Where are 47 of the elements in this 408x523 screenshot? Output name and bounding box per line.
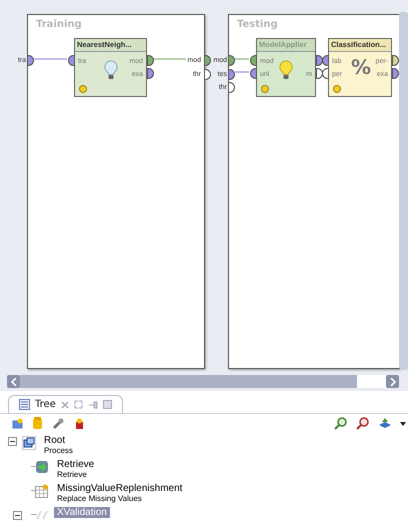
- tree-node[interactable]: Root Process: [41, 435, 76, 456]
- light-bulb-icon: [104, 60, 118, 80]
- scroll-left-button[interactable]: [7, 375, 20, 388]
- connection-line: [234, 58, 250, 60]
- light-bulb-icon: [279, 60, 293, 80]
- port[interactable]: [68, 55, 75, 66]
- port[interactable]: [316, 68, 323, 79]
- zoom-out-icon[interactable]: [356, 417, 369, 430]
- chevron-left-icon: [10, 378, 16, 386]
- expand-toggle[interactable]: [8, 437, 17, 446]
- expand-toggle[interactable]: [13, 511, 22, 520]
- port[interactable]: [322, 55, 329, 66]
- horizontal-scrollbar[interactable]: [7, 375, 399, 388]
- port[interactable]: [250, 55, 257, 66]
- database-icon: [35, 460, 49, 474]
- process-icon: [22, 436, 36, 450]
- port[interactable]: [147, 68, 154, 79]
- port[interactable]: [322, 68, 329, 79]
- port[interactable]: [392, 68, 399, 79]
- dropdown-caret-icon[interactable]: [400, 422, 406, 426]
- vertical-scrollbar[interactable]: [399, 12, 408, 370]
- panel-title: Training: [36, 19, 82, 30]
- port[interactable]: [392, 55, 399, 66]
- tree-node[interactable]: Retrieve Retrieve: [54, 459, 98, 480]
- chevron-right-icon: [390, 378, 396, 386]
- scroll-right-button[interactable]: [386, 375, 399, 388]
- status-dot-icon: [261, 85, 269, 93]
- wrench-icon[interactable]: [52, 418, 64, 430]
- port[interactable]: [147, 55, 154, 66]
- zoom-in-icon[interactable]: [334, 417, 347, 430]
- port[interactable]: [228, 55, 235, 66]
- port[interactable]: [204, 68, 211, 80]
- port[interactable]: [250, 68, 257, 79]
- port[interactable]: [27, 55, 34, 66]
- port[interactable]: [316, 55, 323, 66]
- percent-symbol: %: [351, 55, 372, 79]
- status-dot-icon: [333, 85, 341, 93]
- connection-line: [152, 58, 186, 60]
- port[interactable]: [204, 55, 211, 66]
- panel-title: Testing: [237, 19, 278, 30]
- port[interactable]: [228, 68, 235, 80]
- table-icon: [35, 484, 49, 498]
- tree-icon: [19, 399, 30, 410]
- tree-node[interactable]: MissingValueReplenishment Replace Missing Values: [54, 483, 186, 504]
- port[interactable]: [228, 82, 235, 93]
- status-dot-icon: [79, 85, 87, 93]
- connection-line: [34, 58, 68, 60]
